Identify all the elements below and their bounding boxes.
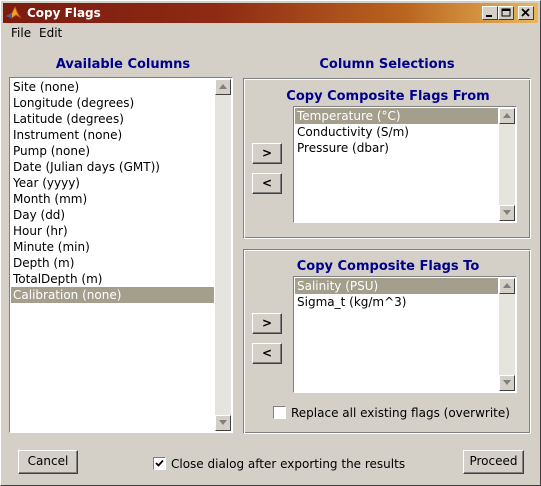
scroll-down-button[interactable] [215, 415, 231, 431]
copy-from-scrollbar[interactable] [499, 108, 515, 221]
list-item[interactable]: Conductivity (S/m) [295, 124, 498, 140]
scroll-up-button[interactable] [499, 108, 515, 124]
list-item[interactable]: Calibration (none) [11, 287, 214, 303]
proceed-button[interactable]: Proceed [463, 450, 524, 474]
close-dialog-option[interactable]: Close dialog after exporting the results [153, 457, 405, 471]
copy-to-scrollbar[interactable] [499, 278, 515, 391]
arrow-up-icon [503, 113, 511, 118]
maximize-button[interactable] [498, 6, 514, 20]
list-item[interactable]: Site (none) [11, 79, 214, 95]
list-item[interactable]: Month (mm) [11, 191, 214, 207]
copy-to-list[interactable]: Salinity (PSU) Sigma_t (kg/m^3) [293, 276, 517, 393]
close-icon [521, 8, 530, 17]
list-item[interactable]: TotalDepth (m) [11, 271, 214, 287]
close-dialog-checkbox[interactable] [153, 457, 166, 470]
copy-from-items: Temperature (°C) Conductivity (S/m) Pres… [295, 108, 498, 156]
copy-to-heading: Copy Composite Flags To [296, 259, 480, 274]
close-button[interactable] [518, 6, 534, 20]
copy-to-items: Salinity (PSU) Sigma_t (kg/m^3) [295, 278, 498, 310]
menu-bar: File Edit [3, 24, 538, 42]
arrow-down-icon [503, 380, 511, 385]
list-item[interactable]: Day (dd) [11, 207, 214, 223]
matlab-icon [6, 6, 22, 19]
list-item[interactable]: Longitude (degrees) [11, 95, 214, 111]
close-dialog-label: Close dialog after exporting the results [171, 457, 406, 471]
checkmark-icon [155, 459, 164, 467]
window-title: Copy Flags [27, 6, 101, 20]
list-item[interactable]: Pressure (dbar) [295, 140, 498, 156]
list-item[interactable]: Depth (m) [11, 255, 214, 271]
minimize-icon [486, 15, 492, 17]
overwrite-checkbox[interactable] [273, 406, 286, 419]
scroll-up-button[interactable] [499, 278, 515, 294]
available-scrollbar[interactable] [215, 79, 231, 431]
overwrite-label: Replace all existing flags (overwrite) [291, 406, 510, 420]
arrow-up-icon [219, 84, 227, 89]
list-item[interactable]: Date (Julian days (GMT)) [11, 159, 214, 175]
column-selections-heading: Column Selections [319, 57, 455, 72]
list-item[interactable]: Pump (none) [11, 143, 214, 159]
remove-from-to-button[interactable]: < [252, 343, 282, 364]
scroll-up-button[interactable] [215, 79, 231, 95]
menu-edit[interactable]: Edit [39, 26, 62, 40]
arrow-down-icon [219, 420, 227, 425]
copy-from-list[interactable]: Temperature (°C) Conductivity (S/m) Pres… [293, 106, 517, 223]
available-columns-list[interactable]: Site (none) Longitude (degrees) Latitude… [9, 77, 233, 433]
remove-from-from-button[interactable]: < [252, 173, 282, 194]
overwrite-option[interactable]: Replace all existing flags (overwrite) [273, 406, 510, 420]
list-item[interactable]: Year (yyyy) [11, 175, 214, 191]
list-item[interactable]: Sigma_t (kg/m^3) [295, 294, 498, 310]
arrow-up-icon [503, 283, 511, 288]
list-item[interactable]: Minute (min) [11, 239, 214, 255]
maximize-icon [501, 8, 511, 17]
scroll-down-button[interactable] [499, 375, 515, 391]
minimize-button[interactable] [482, 6, 498, 20]
list-item[interactable]: Salinity (PSU) [295, 278, 498, 294]
copy-flags-window: Copy Flags File Edit Available Columns C… [0, 0, 541, 486]
list-item[interactable]: Temperature (°C) [295, 108, 498, 124]
scroll-down-button[interactable] [499, 205, 515, 221]
list-item[interactable]: Instrument (none) [11, 127, 214, 143]
cancel-button[interactable]: Cancel [18, 450, 78, 474]
available-columns-heading: Available Columns [55, 57, 191, 72]
title-bar[interactable]: Copy Flags [3, 3, 538, 23]
add-to-from-button[interactable]: > [252, 143, 282, 164]
add-to-to-button[interactable]: > [252, 313, 282, 334]
list-item[interactable]: Hour (hr) [11, 223, 214, 239]
available-items: Site (none) Longitude (degrees) Latitude… [11, 79, 214, 303]
menu-file[interactable]: File [11, 26, 31, 40]
copy-from-heading: Copy Composite Flags From [286, 89, 490, 104]
arrow-down-icon [503, 210, 511, 215]
list-item[interactable]: Latitude (degrees) [11, 111, 214, 127]
